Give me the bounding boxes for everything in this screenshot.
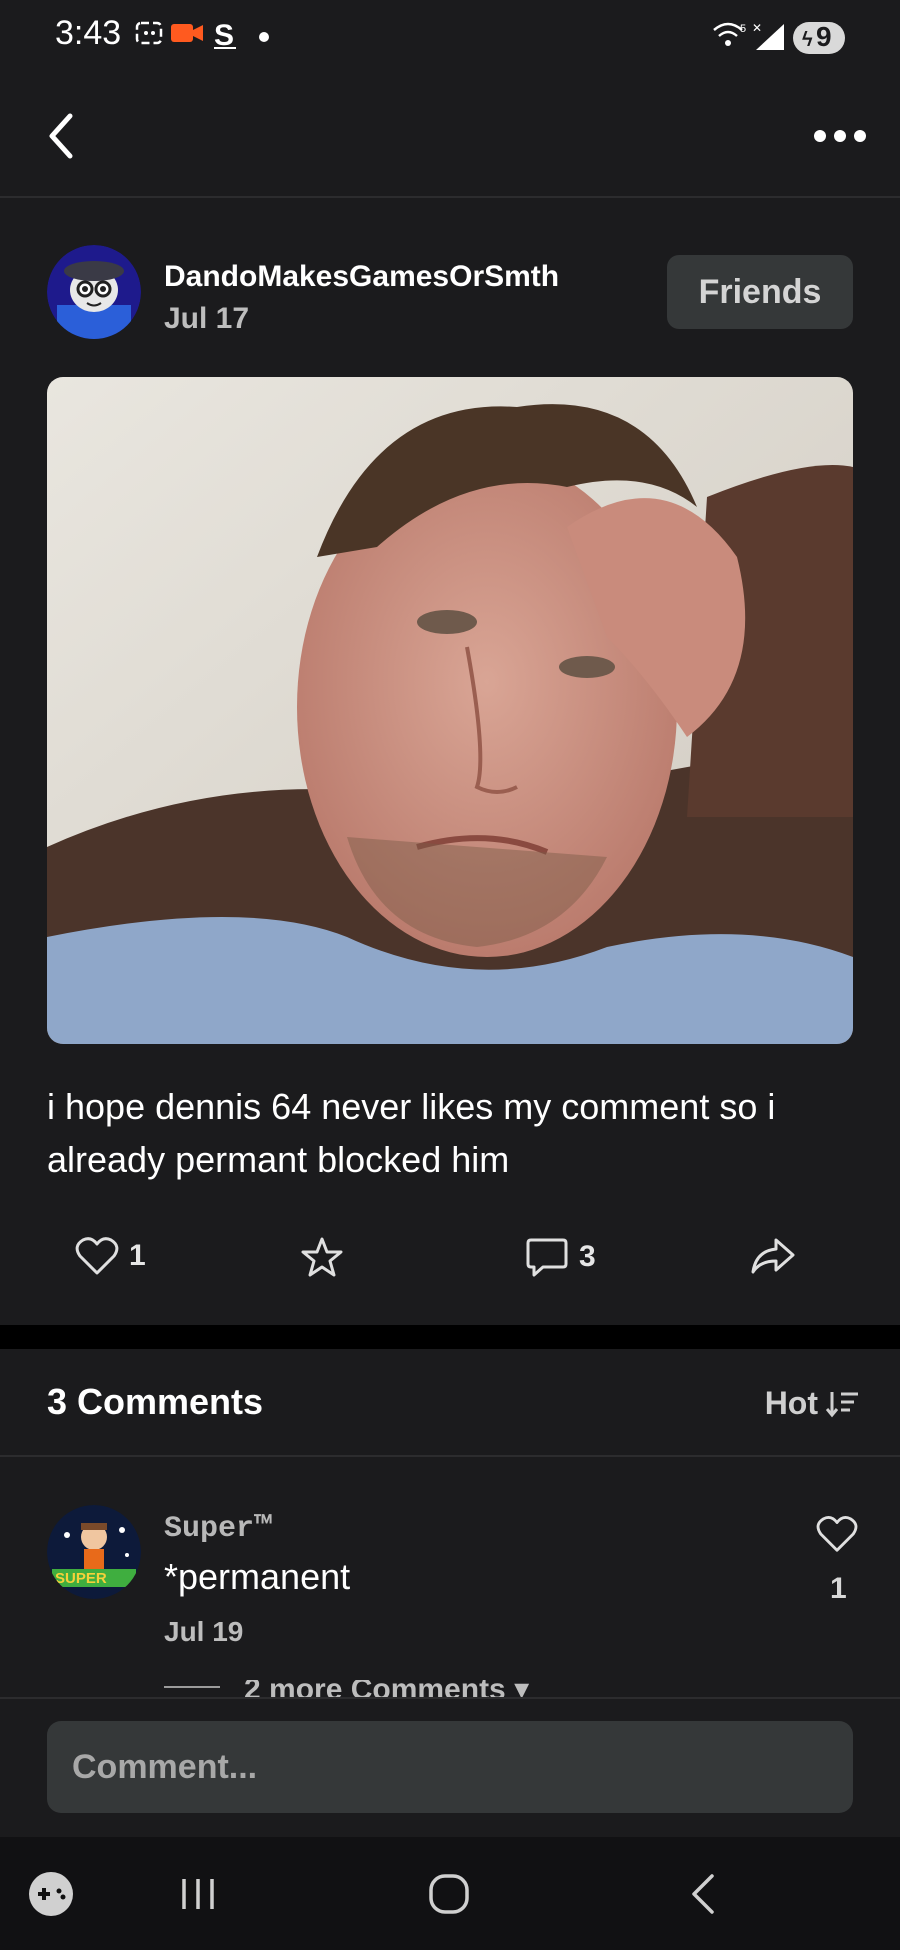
comment-date: Jul 19 [164, 1616, 244, 1647]
comment-count: 3 [579, 1240, 596, 1273]
share-icon [751, 1238, 795, 1274]
comment-composer [0, 1697, 900, 1839]
post-text: i hope dennis 64 never likes my comment … [47, 1086, 776, 1180]
more-options-icon[interactable] [810, 116, 870, 156]
commenter-avatar[interactable]: SUPER [47, 1505, 141, 1599]
recent-apps-icon[interactable] [178, 1877, 218, 1916]
gamepad-icon[interactable] [28, 1871, 74, 1922]
comment-input[interactable] [47, 1721, 853, 1813]
signal-icon: ✕ [752, 20, 786, 57]
svg-text:ϟ: ϟ [802, 29, 813, 51]
comment-button[interactable]: 3 [525, 1236, 596, 1278]
comment-text: *permanent [164, 1556, 351, 1597]
screenshot-icon [134, 18, 164, 53]
heart-icon [75, 1237, 119, 1275]
share-button[interactable] [750, 1236, 796, 1276]
system-nav-bar [0, 1837, 900, 1950]
comment-like-count: 1 [830, 1572, 847, 1605]
notification-dot-icon [258, 30, 270, 48]
heart-icon [816, 1516, 858, 1552]
more-comments-line [164, 1686, 220, 1688]
like-button[interactable]: 1 [75, 1236, 146, 1276]
s-app-icon: S [210, 18, 240, 55]
comment-item: SUPER Super™ *permanent Jul 19 1 2 more … [0, 1490, 900, 1702]
post-image[interactable] [47, 377, 853, 1044]
status-bar: 3:43 S 5 ✕ ϟ 9 [0, 0, 900, 78]
sort-button[interactable]: Hot [765, 1385, 860, 1422]
sort-label: Hot [764, 1385, 818, 1421]
author-avatar[interactable] [47, 245, 141, 339]
svg-text:SUPER: SUPER [55, 1570, 107, 1587]
star-icon [301, 1237, 343, 1277]
battery-level: 9 [816, 21, 832, 52]
section-divider [0, 1325, 900, 1349]
comments-title: 3 Comments [47, 1381, 264, 1422]
wifi-icon: 5 [712, 20, 748, 55]
sort-icon [826, 1391, 858, 1417]
home-icon[interactable] [428, 1873, 470, 1920]
author-name[interactable]: DandoMakesGamesOrSmth [164, 260, 559, 294]
svg-text:✕: ✕ [752, 21, 762, 35]
battery-icon: ϟ 9 [792, 20, 846, 61]
post-actions: 1 3 [0, 1230, 900, 1290]
favorite-button[interactable] [300, 1236, 344, 1278]
video-recording-icon [170, 18, 204, 53]
comment-like-button[interactable] [816, 1514, 858, 1556]
post-date: Jul 17 [164, 302, 250, 335]
post-header: DandoMakesGamesOrSmth Jul 17 Friends [0, 240, 900, 340]
commenter-name[interactable]: Super™ [164, 1512, 272, 1546]
like-count: 1 [129, 1239, 146, 1272]
top-bar [0, 78, 900, 198]
comments-header: 3 Comments Hot [0, 1349, 900, 1457]
svg-text:5: 5 [740, 23, 746, 35]
status-time: 3:43 [55, 14, 122, 52]
back-icon[interactable] [688, 1873, 718, 1920]
svg-text:S: S [214, 19, 234, 50]
friends-button[interactable]: Friends [667, 255, 853, 329]
comment-bubble-icon [526, 1238, 568, 1277]
back-arrow-icon[interactable] [40, 106, 90, 166]
